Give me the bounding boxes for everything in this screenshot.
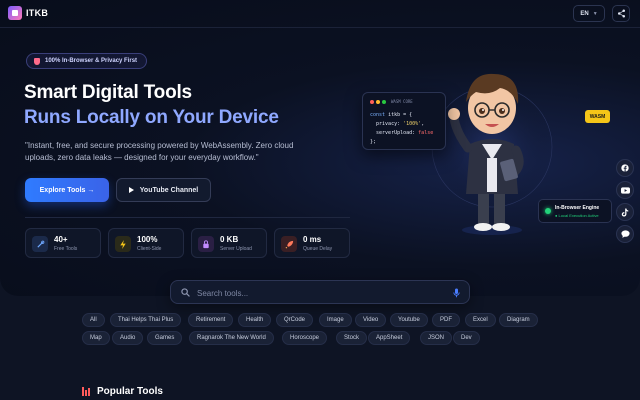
category-chip[interactable]: PDF <box>432 313 460 327</box>
code-card: WASM CORE const itkb = { privacy: '100%'… <box>362 92 446 150</box>
engine-status-card: In-Browser Engine ● Local Execution Acti… <box>538 199 612 223</box>
status-dot-icon <box>545 208 551 214</box>
facebook-icon <box>621 164 629 172</box>
privacy-badge-label: 100% In-Browser & Privacy First <box>45 58 138 64</box>
category-chip[interactable]: All <box>82 313 105 327</box>
youtube-channel-label: YouTube Channel <box>139 186 199 194</box>
search-icon <box>181 288 190 297</box>
hero-section: ITKB EN ▼ 100% In-Browser & Privacy Firs… <box>0 0 640 296</box>
category-chip[interactable]: Diagram <box>499 313 538 327</box>
privacy-badge: 100% In-Browser & Privacy First <box>26 53 148 69</box>
bar-chart-icon <box>82 387 91 396</box>
category-chip[interactable]: Stock <box>336 331 368 345</box>
category-chip[interactable]: JSON <box>420 331 453 345</box>
stat-value: 0 KB <box>220 235 239 244</box>
category-chip[interactable]: Video <box>355 313 387 327</box>
search-bar[interactable] <box>170 280 470 304</box>
rocket-icon <box>281 236 297 252</box>
stat-value: 40+ <box>54 235 68 244</box>
code-card-title: WASM CORE <box>391 99 413 104</box>
engine-title: In-Browser Engine <box>555 205 600 211</box>
category-chip[interactable]: Health <box>238 313 272 327</box>
stat-value: 0 ms <box>303 235 322 244</box>
stat-label: Free Tools <box>54 246 78 252</box>
bolt-icon <box>115 236 131 252</box>
tiktok-icon <box>621 207 629 217</box>
popular-tools-title: Popular Tools <box>97 386 163 397</box>
play-icon <box>128 187 134 193</box>
share-icon <box>617 9 625 18</box>
tiktok-button[interactable] <box>616 203 634 221</box>
hero-description: "Instant, free, and secure processing po… <box>25 141 294 162</box>
language-label: EN <box>580 10 589 17</box>
chevron-down-icon: ▼ <box>592 10 598 17</box>
stat-free-tools: 40+ Free Tools <box>25 228 101 258</box>
hero-subtitle: Runs Locally on Your Device <box>24 107 279 128</box>
category-chip[interactable]: Map <box>82 331 110 345</box>
top-navbar: ITKB EN ▼ <box>0 0 640 28</box>
youtube-channel-button[interactable]: YouTube Channel <box>116 178 211 202</box>
stat-queue-delay: 0 ms Queue Delay <box>274 228 350 258</box>
category-chip[interactable]: AppSheet <box>368 331 411 345</box>
share-button[interactable] <box>612 5 630 22</box>
brand-name[interactable]: ITKB <box>26 8 48 18</box>
category-chip[interactable]: Ragnarok The New World <box>189 331 274 345</box>
chat-icon <box>620 230 630 238</box>
microphone-icon[interactable] <box>453 288 460 298</box>
chat-button[interactable] <box>616 225 634 243</box>
search-input[interactable] <box>197 285 437 301</box>
stat-server-upload: 0 KB Server Upload <box>191 228 267 258</box>
category-chip[interactable]: Dev <box>453 331 480 345</box>
lock-icon <box>198 236 214 252</box>
hero-divider <box>25 217 350 218</box>
explore-tools-button[interactable]: Explore Tools → <box>25 178 109 202</box>
window-dots <box>370 100 386 104</box>
hero-title: Smart Digital Tools <box>24 82 192 103</box>
shield-icon <box>34 57 40 65</box>
category-chip[interactable]: Games <box>147 331 183 345</box>
logo-icon[interactable] <box>8 6 22 20</box>
tools-icon <box>32 236 48 252</box>
wasm-tag: WASM <box>585 110 610 123</box>
stat-label: Queue Delay <box>303 246 333 252</box>
engine-status: ● Local Execution Active <box>555 213 599 218</box>
youtube-icon <box>620 186 630 194</box>
category-chip[interactable]: Retirement <box>188 313 234 327</box>
category-chip[interactable]: Image <box>319 313 352 327</box>
facebook-button[interactable] <box>616 159 634 177</box>
code-snippet: const itkb = { privacy: '100%', serverUp… <box>370 112 434 145</box>
category-chip[interactable]: Horoscope <box>282 331 328 345</box>
stat-value: 100% <box>137 235 158 244</box>
category-chip[interactable]: Thai Helps Thai Plus <box>110 313 182 327</box>
popular-tools-heading: Popular Tools <box>82 386 163 397</box>
language-selector[interactable]: EN ▼ <box>573 5 605 22</box>
youtube-button[interactable] <box>616 181 634 199</box>
category-chip[interactable]: Youtube <box>390 313 428 327</box>
category-chip[interactable]: QrCode <box>276 313 314 327</box>
stat-label: Client-Side <box>137 246 162 252</box>
stat-client-side: 100% Client-Side <box>108 228 184 258</box>
category-chip[interactable]: Audio <box>112 331 144 345</box>
category-chip[interactable]: Excel <box>465 313 496 327</box>
stat-label: Server Upload <box>220 246 252 252</box>
